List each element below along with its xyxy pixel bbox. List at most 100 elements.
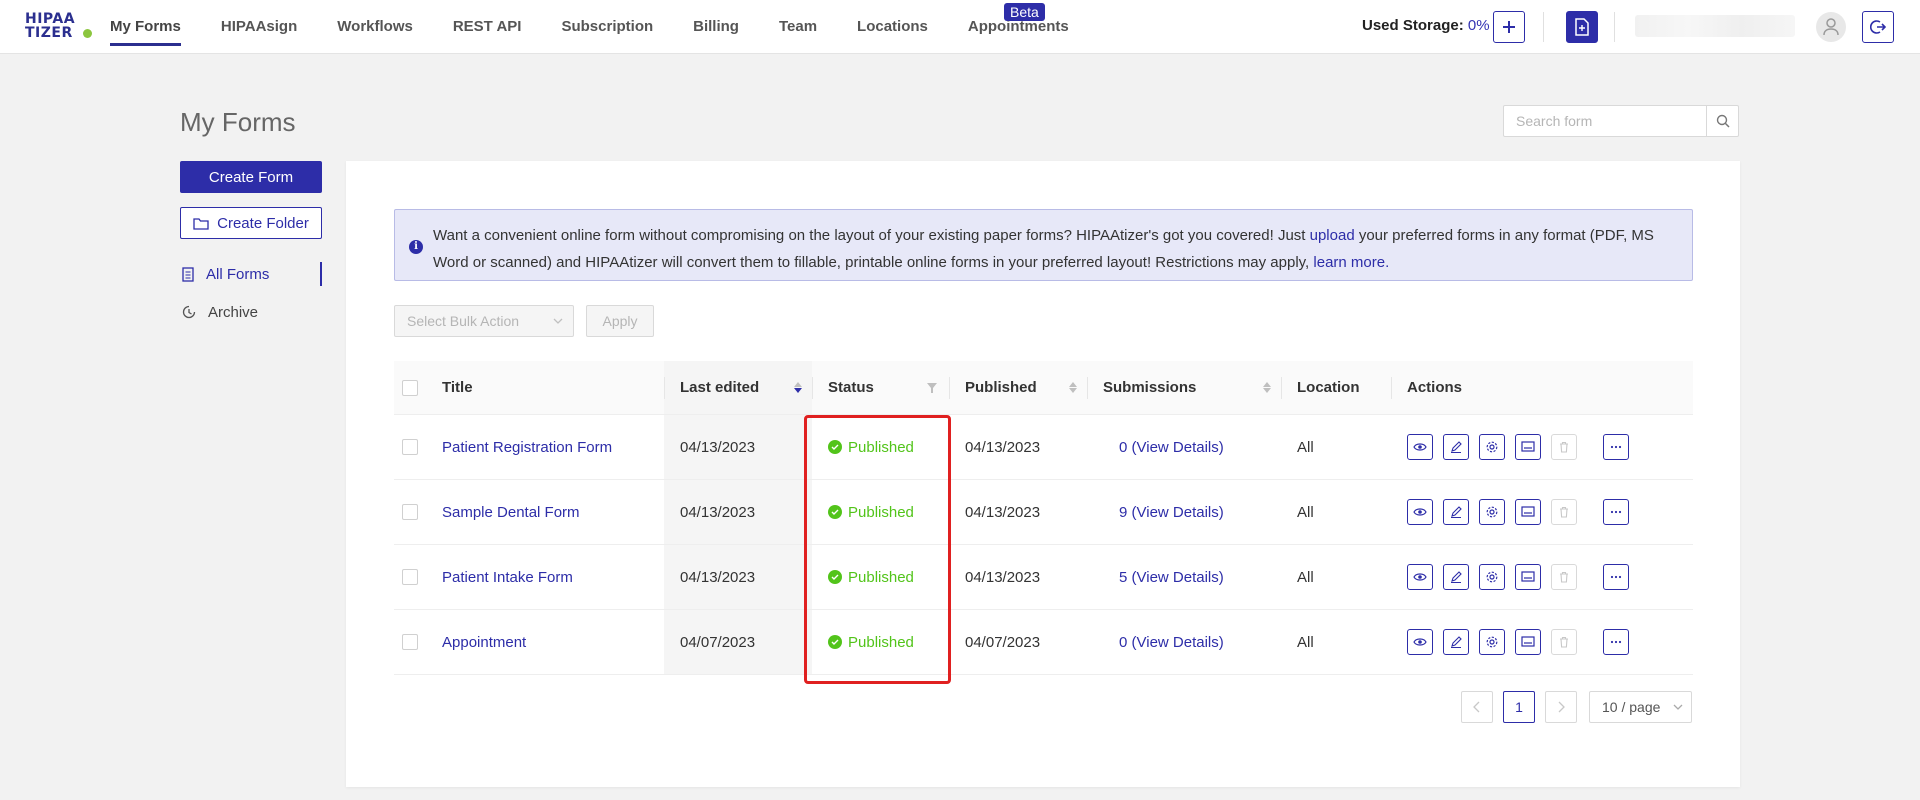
nav-my-forms[interactable]: My Forms: [110, 0, 181, 54]
column-header-published[interactable]: Published: [949, 361, 1087, 414]
create-folder-button[interactable]: Create Folder: [180, 207, 322, 239]
published-date: 04/13/2023: [965, 438, 1041, 456]
upload-link[interactable]: upload: [1310, 227, 1355, 244]
delete-button[interactable]: [1551, 564, 1577, 590]
preview-button[interactable]: [1407, 499, 1433, 525]
sort-icon: [1263, 382, 1271, 393]
nav-workflows[interactable]: Workflows: [337, 0, 413, 54]
more-options-button[interactable]: [1603, 564, 1629, 590]
eye-icon: [1413, 443, 1427, 451]
embed-button[interactable]: [1515, 434, 1541, 460]
plus-icon: [1503, 21, 1515, 33]
sidebar-item-archive[interactable]: Archive: [182, 299, 258, 325]
delete-button[interactable]: [1551, 499, 1577, 525]
chevron-down-icon: [553, 306, 563, 346]
table-row: Patient Intake Form 04/13/2023 Published…: [394, 545, 1693, 610]
divider: [1543, 12, 1544, 42]
row-checkbox[interactable]: [402, 439, 418, 455]
embed-button[interactable]: [1515, 629, 1541, 655]
edit-button[interactable]: [1443, 434, 1469, 460]
search-input[interactable]: [1504, 106, 1708, 136]
eye-icon: [1413, 508, 1427, 516]
apply-button[interactable]: Apply: [586, 305, 654, 337]
nav-rest-api[interactable]: REST API: [453, 0, 522, 54]
add-storage-button[interactable]: [1493, 11, 1525, 43]
nav-hipaasign[interactable]: HIPAAsign: [221, 0, 297, 54]
select-all-checkbox[interactable]: [402, 379, 418, 396]
folder-icon: [193, 217, 209, 230]
edit-button[interactable]: [1443, 629, 1469, 655]
pencil-icon: [1451, 506, 1462, 518]
location-value: All: [1297, 438, 1314, 456]
nav-team[interactable]: Team: [779, 0, 817, 54]
hipaatizer-logo[interactable]: HIPAA TIZER: [25, 12, 95, 42]
nav-billing[interactable]: Billing: [693, 0, 739, 54]
bulk-action-select[interactable]: Select Bulk Action: [394, 305, 574, 337]
row-checkbox[interactable]: [402, 569, 418, 585]
preview-button[interactable]: [1407, 564, 1433, 590]
nav-locations[interactable]: Locations: [857, 0, 928, 54]
published-date: 04/13/2023: [965, 503, 1041, 521]
settings-button[interactable]: [1479, 564, 1505, 590]
column-header-status[interactable]: Status: [812, 361, 949, 414]
submissions-link[interactable]: 0 (View Details): [1119, 610, 1279, 674]
settings-button[interactable]: [1479, 434, 1505, 460]
form-title-link[interactable]: Patient Registration Form: [442, 415, 662, 479]
column-header-last-edited[interactable]: Last edited: [664, 361, 812, 414]
logout-button[interactable]: [1862, 11, 1894, 43]
monitor-icon: [1521, 506, 1535, 517]
main-nav: My Forms HIPAAsign Workflows REST API Su…: [110, 0, 1109, 54]
status-badge: Published: [828, 415, 948, 479]
form-title-link[interactable]: Appointment: [442, 610, 662, 674]
form-title-link[interactable]: Sample Dental Form: [442, 480, 662, 544]
eye-icon: [1413, 573, 1427, 581]
document-button[interactable]: [1566, 11, 1598, 43]
prev-page-button[interactable]: [1461, 691, 1493, 723]
embed-button[interactable]: [1515, 499, 1541, 525]
next-page-button[interactable]: [1545, 691, 1577, 723]
submissions-link[interactable]: 0 (View Details): [1119, 415, 1279, 479]
form-title-link[interactable]: Patient Intake Form: [442, 545, 662, 609]
search-button[interactable]: [1706, 106, 1738, 136]
gear-icon: [1486, 441, 1498, 453]
gear-icon: [1486, 636, 1498, 648]
page-size-select[interactable]: 10 / page: [1589, 691, 1692, 723]
more-options-button[interactable]: [1603, 499, 1629, 525]
submissions-link[interactable]: 5 (View Details): [1119, 545, 1279, 609]
row-checkbox[interactable]: [402, 504, 418, 520]
table-row: Sample Dental Form 04/13/2023 Published …: [394, 480, 1693, 545]
delete-button[interactable]: [1551, 629, 1577, 655]
create-form-button[interactable]: Create Form: [180, 161, 322, 193]
settings-button[interactable]: [1479, 499, 1505, 525]
column-header-submissions[interactable]: Submissions: [1087, 361, 1281, 414]
location-value: All: [1297, 633, 1314, 651]
preview-button[interactable]: [1407, 629, 1433, 655]
table-header: Title Last edited Status Published Submi…: [394, 361, 1693, 415]
submissions-link[interactable]: 9 (View Details): [1119, 480, 1279, 544]
learn-more-link[interactable]: learn more.: [1313, 254, 1389, 271]
preview-button[interactable]: [1407, 434, 1433, 460]
ellipsis-icon: [1610, 575, 1622, 579]
column-header-title[interactable]: Title: [442, 361, 662, 414]
settings-button[interactable]: [1479, 629, 1505, 655]
more-options-button[interactable]: [1603, 434, 1629, 460]
info-icon: i: [409, 240, 423, 254]
delete-button[interactable]: [1551, 434, 1577, 460]
create-folder-label: Create Folder: [217, 214, 309, 232]
sidebar-item-all-forms[interactable]: All Forms: [182, 261, 269, 287]
row-checkbox[interactable]: [402, 634, 418, 650]
edit-button[interactable]: [1443, 564, 1469, 590]
more-options-button[interactable]: [1603, 629, 1629, 655]
filter-icon[interactable]: [927, 382, 937, 393]
embed-button[interactable]: [1515, 564, 1541, 590]
trash-icon: [1560, 506, 1568, 518]
page-number-current[interactable]: 1: [1503, 691, 1535, 723]
edit-button[interactable]: [1443, 499, 1469, 525]
search-icon: [1716, 114, 1730, 128]
pencil-icon: [1451, 441, 1462, 453]
nav-subscription[interactable]: Subscription: [561, 0, 653, 54]
pencil-icon: [1451, 636, 1462, 648]
avatar[interactable]: [1816, 12, 1846, 42]
table-row: Appointment 04/07/2023 Published 04/07/2…: [394, 610, 1693, 675]
table-row: Patient Registration Form 04/13/2023 Pub…: [394, 415, 1693, 480]
